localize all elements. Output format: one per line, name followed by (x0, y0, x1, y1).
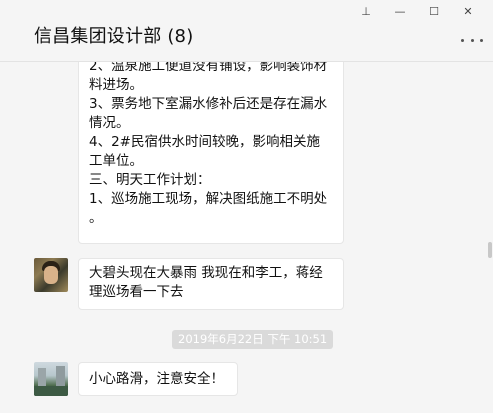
message-line: 理巡场看一下去 (89, 284, 184, 300)
timestamp-badge: 2019年6月22日 下午 10:51 (172, 330, 334, 349)
dot (470, 38, 474, 42)
avatar-face (44, 266, 58, 284)
message-bubble[interactable]: 2、温泉施工便道没有铺设，影响装饰材 料进场。 3、票务地下室漏水修补后还是存在… (78, 62, 344, 244)
avatar-building (38, 368, 46, 388)
more-options-icon[interactable] (461, 32, 483, 48)
message-line: 情况。 (89, 115, 130, 131)
chat-title: 信昌集团设计部 (8) (34, 26, 194, 47)
message-line: 3、票务地下室漏水修补后还是存在漏水 (89, 96, 328, 112)
pin-icon[interactable]: ⊥ (349, 0, 383, 22)
message-line: 三、明天工作计划： (89, 172, 211, 188)
message-line: 工单位。 (89, 153, 143, 169)
dot (480, 38, 483, 42)
avatar-water (34, 386, 68, 396)
title-bar: 信昌集团设计部 (8) ⊥ — ☐ ✕ (0, 0, 493, 62)
message-line: 4、2#民宿供水时间较晚，影响相关施 (89, 134, 320, 150)
message-bubble[interactable]: 小心路滑，注意安全！ (78, 362, 238, 396)
scrollbar[interactable] (488, 242, 492, 258)
maximize-icon[interactable]: ☐ (417, 0, 451, 22)
window-controls: ⊥ — ☐ ✕ (349, 0, 485, 22)
message-line: 料进场。 (89, 77, 143, 93)
close-icon[interactable]: ✕ (451, 0, 485, 22)
avatar-building (56, 366, 65, 388)
avatar[interactable] (34, 258, 68, 292)
avatar[interactable] (34, 362, 68, 396)
message-list[interactable]: 2、温泉施工便道没有铺设，影响装饰材 料进场。 3、票务地下室漏水修补后还是存在… (0, 62, 493, 413)
message-line: 2、温泉施工便道没有铺设，影响装饰材 (89, 62, 328, 74)
message-bubble[interactable]: 大碧头现在大暴雨 我现在和李工，蒋经 理巡场看一下去 (78, 258, 344, 310)
message-line: 大碧头现在大暴雨 我现在和李工，蒋经 (89, 265, 323, 281)
minimize-icon[interactable]: — (383, 0, 417, 22)
message-line: 1、巡场施工现场，解决图纸施工不明处 (89, 191, 328, 207)
message-line: 。 (89, 210, 103, 226)
dot (461, 38, 464, 42)
